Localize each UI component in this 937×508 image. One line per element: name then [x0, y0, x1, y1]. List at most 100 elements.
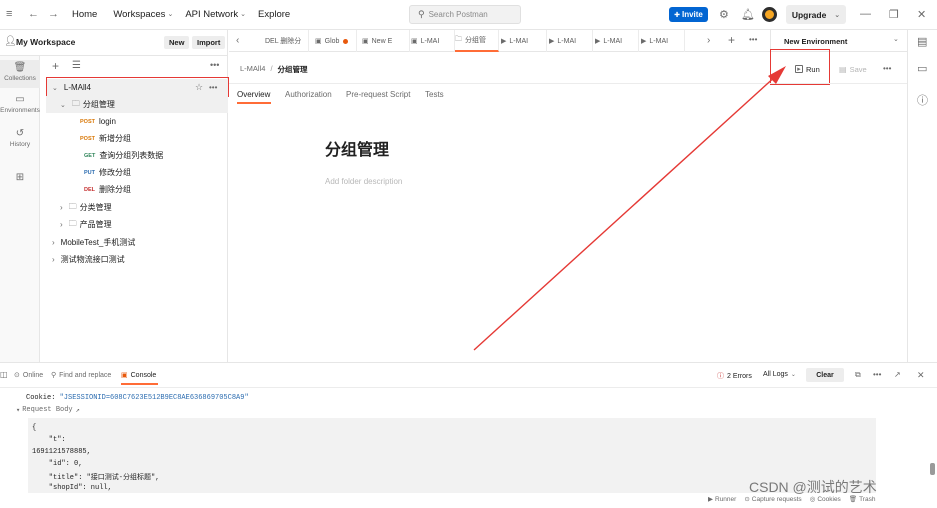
nav-workspaces[interactable]: Workspaces: [113, 9, 165, 20]
breadcrumb: L-MAll4 / 分组管理: [240, 64, 308, 75]
chevron-down-icon[interactable]: ⌄: [167, 8, 173, 20]
workspace-name: My Workspace: [16, 37, 76, 47]
tab[interactable]: ▣ L-MAI: [411, 30, 455, 52]
chevron-right-icon[interactable]: ›: [707, 35, 710, 46]
tree-folder[interactable]: › 🗀 产品管理: [60, 216, 112, 233]
invite-button[interactable]: ✚ Invite: [669, 7, 708, 22]
subtab-pre-request-script[interactable]: Pre-request Script: [346, 90, 410, 99]
run-icon: ▶: [501, 38, 507, 45]
find-replace-button[interactable]: ⚲ Find and replace: [51, 371, 111, 380]
subtab-overview[interactable]: Overview: [237, 90, 270, 99]
import-button[interactable]: Import: [192, 36, 226, 49]
new-tab-plus-icon[interactable]: +: [728, 33, 735, 47]
search-input[interactable]: ⚲ Search Postman: [409, 5, 521, 24]
menu-icon[interactable]: ≡: [6, 8, 12, 20]
new-button[interactable]: New: [164, 36, 190, 49]
maximize-icon[interactable]: ❐: [889, 8, 899, 21]
folder-name: 分类管理: [79, 203, 112, 212]
info-icon[interactable]: ⓘ: [917, 92, 928, 108]
tree-request[interactable]: PUT 修改分组: [84, 164, 131, 181]
clear-button[interactable]: Clear: [806, 368, 844, 382]
request-method: POST: [80, 135, 95, 142]
tree-folder[interactable]: › 🗀 分类管理: [60, 199, 112, 216]
right-rail: ▤ ▭ ⓘ: [907, 30, 937, 362]
tab[interactable]: ▣ New E: [362, 30, 410, 52]
filter-icon[interactable]: ☰: [72, 60, 81, 71]
comments-icon[interactable]: ▭: [917, 62, 927, 75]
tab-label: DEL 删除分: [265, 38, 302, 45]
rail-collections[interactable]: 🗑︎ Collections: [0, 60, 40, 88]
copy-icon[interactable]: ⧉: [855, 370, 861, 380]
subtab-authorization[interactable]: Authorization: [285, 90, 332, 99]
forward-arrow-icon[interactable]: →: [48, 8, 59, 20]
invite-label: Invite: [681, 10, 703, 19]
more-icon[interactable]: •••: [873, 370, 881, 379]
tree-collection[interactable]: › MobileTest_手机测试: [52, 234, 135, 251]
tab[interactable]: ▶ L-MAI: [641, 30, 685, 52]
tab-active[interactable]: 🗀 分组管: [455, 30, 499, 52]
console-tab[interactable]: ▣ Console: [121, 371, 157, 380]
tree-request[interactable]: DEL 删除分组: [84, 181, 131, 198]
nav-explore[interactable]: Explore: [258, 9, 290, 20]
tree-request[interactable]: GET 查询分组列表数据: [84, 147, 163, 164]
runner-button[interactable]: Runner: [715, 496, 736, 503]
globe-icon: ▣: [315, 38, 322, 45]
more-icon[interactable]: •••: [210, 60, 219, 70]
request-body-toggle[interactable]: ▾ Request Body ↗: [16, 406, 80, 415]
save-icon: ▤: [839, 64, 847, 74]
tab-label: L-MAI: [420, 37, 440, 45]
chevron-down-icon: ⌄: [790, 372, 796, 378]
tree-request[interactable]: POST 新增分组: [80, 130, 131, 147]
upgrade-button[interactable]: Upgrade ⌄: [786, 5, 846, 24]
minimize-icon[interactable]: —: [860, 8, 871, 20]
bell-icon[interactable]: 🔔︎: [741, 8, 755, 21]
more-icon[interactable]: •••: [749, 35, 757, 44]
tab[interactable]: ▶ L-MAI: [595, 30, 639, 52]
rail-environments-label: Environments: [0, 107, 40, 114]
rail-history[interactable]: ↺ History: [0, 128, 40, 148]
tab[interactable]: ▣ Glob: [315, 30, 357, 52]
console-tab-indicator: [121, 383, 158, 385]
chevron-down-icon[interactable]: ⌄: [240, 8, 246, 20]
edit-icon[interactable]: ▤: [917, 35, 927, 48]
errors-label: 2 Errors: [727, 372, 752, 380]
gear-icon[interactable]: ⚙: [719, 8, 729, 21]
more-icon[interactable]: •••: [883, 64, 891, 73]
tree-request[interactable]: POST login: [80, 113, 116, 130]
collections-icon: 🗑︎: [13, 62, 27, 73]
console-scrollbar[interactable]: [930, 463, 935, 475]
tree-folder-active[interactable]: ⌄ 🗀 分组管理: [46, 96, 228, 113]
tab[interactable]: DEL 删除分: [265, 30, 309, 52]
expand-icon[interactable]: ↗: [894, 370, 901, 379]
request-method: PUT: [84, 169, 95, 176]
errors-filter[interactable]: ⓘ 2 Errors: [717, 371, 752, 381]
nav-api-network[interactable]: API Network: [185, 9, 238, 20]
close-icon[interactable]: ✕: [917, 8, 926, 21]
rail-flows[interactable]: ⊞: [0, 172, 40, 185]
logs-label: All Logs: [763, 371, 788, 378]
back-arrow-icon[interactable]: ←: [28, 8, 39, 20]
search-icon: ⚲: [51, 372, 57, 379]
user-icon: 👤︎: [4, 36, 17, 47]
save-button[interactable]: ▤ Save: [839, 62, 867, 76]
console-label: Console: [130, 371, 157, 379]
tab[interactable]: [687, 30, 701, 52]
breadcrumb-root[interactable]: L-MAll4: [240, 64, 265, 75]
nav-home[interactable]: Home: [72, 9, 97, 20]
rail-environments[interactable]: ▭ Environments: [0, 94, 40, 114]
sidebar-toggle-icon[interactable]: ◫: [0, 370, 8, 379]
online-status[interactable]: ⊙ Online: [14, 371, 43, 380]
tab[interactable]: ▶ L-MAI: [501, 30, 547, 52]
folder-title[interactable]: 分组管理: [325, 136, 389, 160]
logs-select[interactable]: All Logs ⌄: [763, 371, 796, 378]
avatar[interactable]: [762, 7, 777, 22]
tab[interactable]: ▶ L-MAI: [549, 30, 593, 52]
subtab-tests[interactable]: Tests: [425, 90, 444, 99]
error-icon: ⓘ: [717, 373, 724, 380]
description-input[interactable]: Add folder description: [325, 177, 402, 186]
chevron-left-icon[interactable]: ‹: [236, 35, 239, 46]
close-icon[interactable]: ✕: [917, 370, 925, 381]
tree-collection[interactable]: › 测试物流接口测试: [52, 251, 125, 268]
plus-icon[interactable]: +: [52, 59, 59, 73]
request-body-label: Request Body: [22, 406, 73, 414]
